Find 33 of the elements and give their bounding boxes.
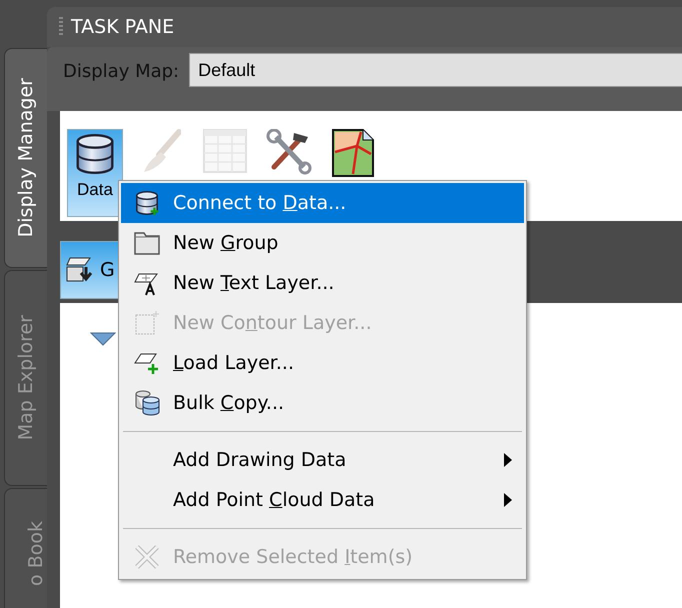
load-layer-icon <box>134 351 160 375</box>
menu-item-label: New Contour Layer... <box>173 312 372 334</box>
menu-item[interactable]: Connect to Data... <box>121 183 524 223</box>
toolbar-button[interactable]: Data <box>67 129 123 217</box>
map-document-icon <box>332 129 374 177</box>
tools-icon <box>266 129 312 175</box>
database-plus-icon <box>134 190 160 216</box>
menu-item-label: Add Drawing Data <box>173 449 346 471</box>
side-tab[interactable]: Display Manager <box>4 48 47 268</box>
menu-item-label: Load Layer... <box>173 352 294 374</box>
bulk-copy-icon <box>134 389 160 417</box>
menu-item-label: New Group <box>173 232 278 254</box>
grip-icon[interactable] <box>59 17 63 37</box>
menu-item-label: Bulk Copy... <box>173 392 284 414</box>
menu-item[interactable]: Add Drawing Data <box>121 440 524 480</box>
contour-layer-icon <box>134 310 160 336</box>
brush-icon <box>141 129 181 175</box>
menu-item[interactable]: Add Point Cloud Data <box>121 480 524 520</box>
collapse-triangle-icon[interactable] <box>90 332 116 346</box>
folder-icon <box>134 231 160 255</box>
menu-item-label: Connect to Data... <box>173 192 346 214</box>
menu-item[interactable]: Bulk Copy... <box>121 383 524 423</box>
submenu-arrow-icon <box>504 493 512 507</box>
pane-title: TASK PANE <box>71 16 174 38</box>
submenu-arrow-icon <box>504 453 512 467</box>
field-label: Display Map: <box>63 60 180 82</box>
menu-item-label: New Text Layer... <box>173 272 334 294</box>
table-icon <box>203 129 247 173</box>
menu-item-label: Add Point Cloud Data <box>173 489 375 511</box>
menu-item[interactable]: Load Layer... <box>121 343 524 383</box>
menu-item-label: Remove Selected Item(s) <box>173 546 413 568</box>
close-icon <box>134 544 160 570</box>
display-map-field[interactable]: Default <box>189 53 682 87</box>
